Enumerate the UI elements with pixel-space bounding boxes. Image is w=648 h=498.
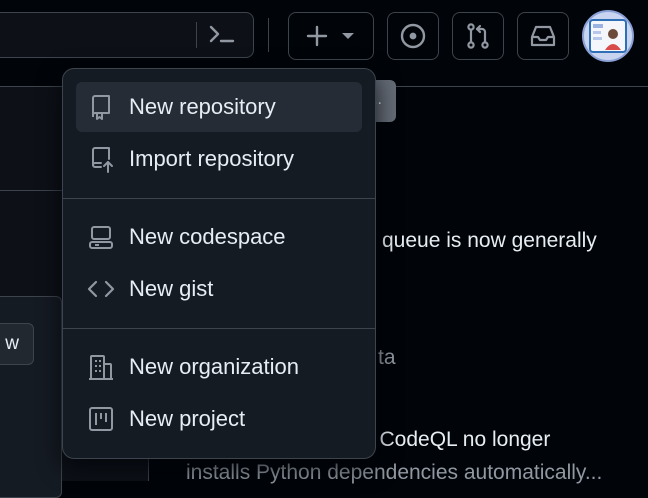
terminal-icon[interactable] bbox=[206, 20, 238, 48]
menu-item-label: New organization bbox=[129, 354, 299, 379]
menu-item-new-repository[interactable]: New repository bbox=[76, 82, 362, 132]
menu-divider bbox=[63, 328, 375, 329]
create-new-button[interactable] bbox=[288, 12, 374, 60]
menu-divider bbox=[63, 198, 375, 199]
feed-item-text: ta bbox=[378, 346, 396, 369]
menu-item-new-gist[interactable]: New gist bbox=[76, 264, 362, 314]
menu-item-new-codespace[interactable]: New codespace bbox=[76, 212, 362, 262]
menu-item-new-organization[interactable]: New organization bbox=[76, 342, 362, 392]
search-divider bbox=[196, 22, 197, 48]
repo-push-icon bbox=[92, 147, 113, 173]
menu-item-new-project[interactable]: New project bbox=[76, 394, 362, 444]
triangle-down-icon bbox=[342, 33, 354, 39]
header-separator bbox=[268, 18, 269, 52]
sidebar-card-button[interactable]: w bbox=[0, 323, 34, 365]
feed-item-text[interactable]: n CodeQL no longer bbox=[362, 428, 550, 452]
menu-item-label: New gist bbox=[129, 276, 214, 301]
menu-item-label: New repository bbox=[129, 94, 276, 119]
repo-icon bbox=[92, 95, 110, 120]
menu-item-label: New codespace bbox=[129, 224, 286, 249]
feed-item-text: installs Python dependencies automatical… bbox=[186, 461, 603, 484]
organization-icon bbox=[89, 355, 113, 380]
codespaces-icon bbox=[89, 226, 113, 249]
project-icon bbox=[89, 407, 113, 431]
menu-item-label: Import repository bbox=[129, 146, 295, 171]
create-new-menu: New repository Import repository New cod… bbox=[62, 68, 376, 459]
issues-button[interactable] bbox=[387, 12, 439, 60]
git-pull-request-icon bbox=[467, 23, 489, 49]
code-icon bbox=[87, 280, 115, 298]
feed-item-text[interactable]: queue is now generally bbox=[382, 229, 597, 253]
inbox-icon bbox=[530, 25, 556, 47]
user-avatar[interactable] bbox=[582, 10, 634, 62]
inbox-button[interactable] bbox=[517, 12, 569, 60]
plus-icon bbox=[306, 25, 328, 47]
menu-item-label: New project bbox=[129, 406, 246, 431]
issue-opened-icon bbox=[400, 23, 426, 49]
menu-item-import-repository[interactable]: Import repository bbox=[76, 134, 362, 184]
pull-requests-button[interactable] bbox=[452, 12, 504, 60]
global-header bbox=[0, 0, 648, 70]
